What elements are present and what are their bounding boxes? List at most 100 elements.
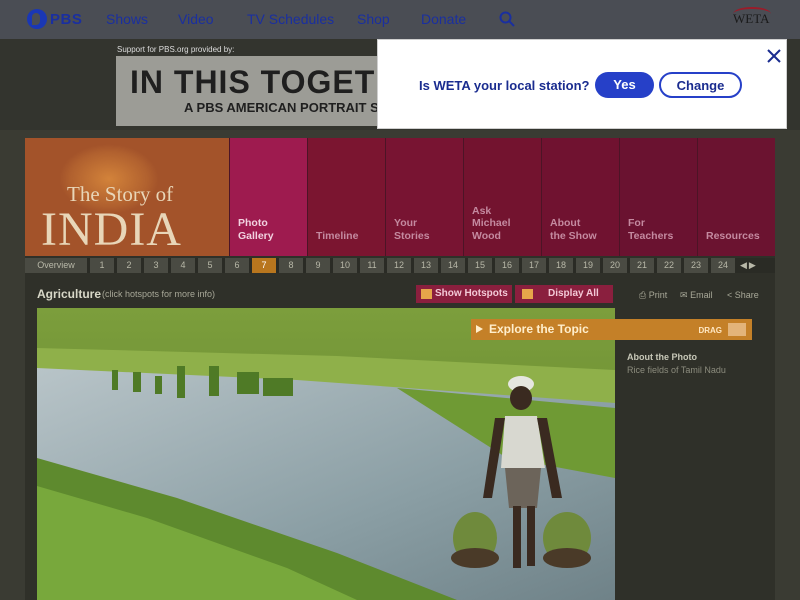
- display-all-button[interactable]: Display All: [515, 285, 613, 303]
- photo-number-17[interactable]: 17: [522, 258, 546, 273]
- nav-video[interactable]: Video: [178, 11, 214, 27]
- topnav-item-label: Your Stories: [394, 217, 430, 242]
- photo-number-21[interactable]: 21: [630, 258, 654, 273]
- photo-number-8[interactable]: 8: [279, 258, 303, 273]
- site-topnav: Photo Gallery Timeline Your Stories Ask Michae…: [229, 138, 775, 256]
- photo-number-6[interactable]: 6: [225, 258, 249, 273]
- photo-number-1[interactable]: 1: [90, 258, 114, 273]
- photo-number-22[interactable]: 22: [657, 258, 681, 273]
- about-photo-label: About the Photo: [627, 352, 697, 362]
- triangle-left-icon[interactable]: ◀: [740, 258, 747, 273]
- sponsor-ad[interactable]: IN THIS TOGETHER A PBS AMERICAN PORTRAIT…: [116, 56, 392, 126]
- photo-number-2[interactable]: 2: [117, 258, 141, 273]
- topnav-item-4[interactable]: About the Show: [541, 138, 619, 256]
- play-triangle-icon: [476, 325, 483, 333]
- rice-field-photo[interactable]: [37, 308, 615, 600]
- hotspots-icon: [421, 289, 432, 299]
- topnav-item-2[interactable]: Your Stories: [385, 138, 463, 256]
- photo-number-16[interactable]: 16: [495, 258, 519, 273]
- photo-number-7[interactable]: 7: [252, 258, 276, 273]
- photo-number-20[interactable]: 20: [603, 258, 627, 273]
- triangle-right-icon[interactable]: ▶: [749, 258, 756, 273]
- topnav-label-line: About: [550, 217, 581, 229]
- topnav-label-line: Your: [394, 217, 418, 229]
- photo-number-4[interactable]: 4: [171, 258, 195, 273]
- photo-number-9[interactable]: 9: [306, 258, 330, 273]
- topnav-item-3[interactable]: Ask Michael Wood: [463, 138, 541, 256]
- sponsor-label: Support for PBS.org provided by:: [117, 45, 235, 54]
- topnav-item-label: Timeline: [316, 230, 358, 243]
- photo-number-bar: Overview 1 2 3 4 5 6 7 8 9 10 11 12 13 14 15 16 17 18 19 20 2…: [25, 258, 775, 273]
- topnav-label-line: Wood: [472, 229, 501, 242]
- photo-number-19[interactable]: 19: [576, 258, 600, 273]
- print-icon: ⎙: [639, 290, 647, 300]
- site-banner[interactable]: The Story of INDIA: [25, 138, 229, 256]
- drag-handle-icon[interactable]: [728, 323, 746, 336]
- display-all-label: Display All: [548, 288, 599, 299]
- photo-number-15[interactable]: 15: [468, 258, 492, 273]
- email-icon: ✉: [680, 290, 688, 300]
- banner-title-line2: INDIA: [41, 203, 182, 256]
- nav-tv-schedules[interactable]: TV Schedules: [247, 11, 334, 27]
- topnav-label-line: Ask: [472, 204, 492, 217]
- share-label: Share: [734, 290, 759, 300]
- topnav-item-1[interactable]: Timeline: [307, 138, 385, 256]
- photo-number-13[interactable]: 13: [414, 258, 438, 273]
- pbs-head-icon: [27, 9, 47, 29]
- topnav-label-line: For: [628, 217, 645, 229]
- close-icon[interactable]: [767, 49, 781, 63]
- pbs-logo[interactable]: PBS: [27, 9, 82, 29]
- email-label: Email: [690, 290, 713, 300]
- print-link[interactable]: ⎙ Print: [639, 290, 667, 301]
- topnav-label-line: Teachers: [628, 229, 674, 242]
- photo-number-12[interactable]: 12: [387, 258, 411, 273]
- photo-number-18[interactable]: 18: [549, 258, 573, 273]
- topnav-item-5[interactable]: For Teachers: [619, 138, 697, 256]
- section-title: Agriculture: [37, 287, 102, 301]
- nav-donate[interactable]: Donate: [421, 11, 466, 27]
- weta-swoosh-icon: [733, 7, 771, 21]
- topnav-item-0[interactable]: Photo Gallery: [229, 138, 307, 256]
- photo-number-23[interactable]: 23: [684, 258, 708, 273]
- share-link[interactable]: < Share: [727, 290, 759, 300]
- topnav-label-line: Gallery: [238, 229, 274, 242]
- photo-number-24[interactable]: 24: [711, 258, 735, 273]
- search-icon[interactable]: [499, 11, 515, 27]
- email-link[interactable]: ✉ Email: [680, 290, 713, 301]
- show-hotspots-button[interactable]: Show Hotspots: [416, 285, 512, 303]
- topnav-label-line: Michael: [472, 217, 511, 229]
- photo-number-11[interactable]: 11: [360, 258, 384, 273]
- explore-topic-panel[interactable]: Explore the Topic DRAG: [471, 319, 752, 340]
- ad-subline: A PBS AMERICAN PORTRAIT S: [184, 100, 379, 115]
- pbs-logo-text: PBS: [50, 10, 83, 28]
- topnav-label-line: Resources: [706, 229, 760, 242]
- nav-shop[interactable]: Shop: [357, 11, 390, 27]
- nav-shows[interactable]: Shows: [106, 11, 148, 27]
- station-question: Is WETA your local station?: [419, 78, 590, 93]
- display-all-icon: [522, 289, 533, 299]
- ad-headline: IN THIS TOGETHER: [130, 64, 392, 100]
- photo-number-5[interactable]: 5: [198, 258, 222, 273]
- topnav-item-label: Resources: [706, 230, 760, 243]
- drag-label: DRAG: [698, 326, 722, 335]
- topnav-item-label: Ask Michael Wood: [472, 205, 511, 243]
- station-popup: Is WETA your local station? Yes Change: [377, 39, 787, 129]
- topnav-label-line: Photo: [238, 217, 268, 229]
- yes-button[interactable]: Yes: [595, 72, 654, 98]
- topnav-item-6[interactable]: Resources: [697, 138, 775, 256]
- topnav-label-line: Timeline: [316, 229, 359, 242]
- photo-caption: Rice fields of Tamil Nadu: [627, 365, 726, 375]
- station-logo[interactable]: WETA: [733, 7, 771, 27]
- photo-number-10[interactable]: 10: [333, 258, 357, 273]
- photo-number-14[interactable]: 14: [441, 258, 465, 273]
- story-of-india-site: The Story of INDIA Photo Gallery Timeline Y…: [25, 138, 775, 600]
- share-icon: <: [727, 290, 733, 300]
- pbs-nav-bar: PBS Shows Video TV Schedules Shop Donate…: [0, 0, 800, 39]
- topnav-label-line: Stories: [394, 229, 430, 242]
- topnav-item-label: For Teachers: [628, 217, 673, 242]
- overview-tab[interactable]: Overview: [25, 258, 87, 273]
- change-button[interactable]: Change: [659, 72, 742, 98]
- topnav-item-label: About the Show: [550, 217, 597, 242]
- photo-number-3[interactable]: 3: [144, 258, 168, 273]
- print-label: Print: [648, 290, 668, 300]
